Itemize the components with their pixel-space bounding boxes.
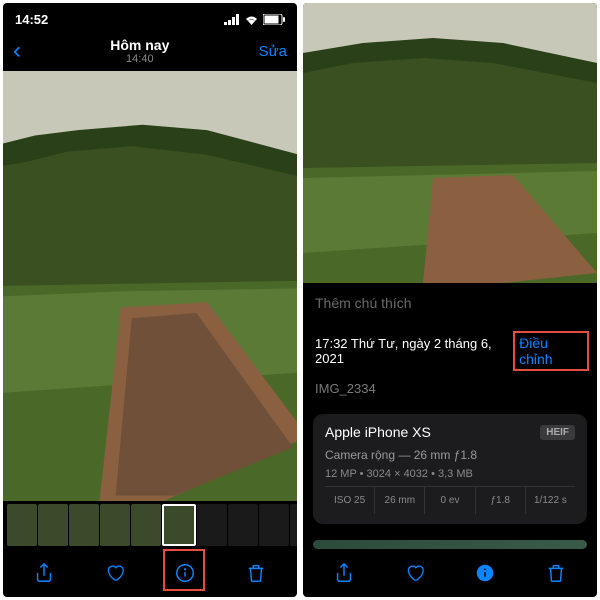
location-map[interactable] xyxy=(313,540,587,549)
battery-icon xyxy=(263,14,285,25)
bottom-toolbar xyxy=(303,549,597,597)
thumbnail[interactable] xyxy=(259,504,289,546)
camera-info: Camera rộng — 26 mm ƒ1.8 xyxy=(325,448,575,462)
wifi-icon xyxy=(244,14,259,25)
photo-preview[interactable] xyxy=(303,3,597,283)
info-button[interactable] xyxy=(170,558,200,588)
favorite-button[interactable] xyxy=(100,558,130,588)
device-name: Apple iPhone XS xyxy=(325,424,431,440)
nav-subtitle: 14:40 xyxy=(110,53,169,65)
nav-title: Hôm nay xyxy=(110,37,169,53)
caption-field[interactable]: Thêm chú thích xyxy=(303,283,597,323)
photo-view[interactable] xyxy=(3,71,297,501)
metadata-card: Apple iPhone XS HEIF Camera rộng — 26 mm… xyxy=(313,414,587,524)
thumbnail-selected[interactable] xyxy=(162,504,196,546)
bottom-toolbar xyxy=(3,549,297,597)
status-indicators xyxy=(224,14,285,25)
adjust-button[interactable]: Điều chỉnh xyxy=(513,331,589,371)
back-button[interactable]: ‹ xyxy=(13,37,21,65)
status-time: 14:52 xyxy=(15,12,48,27)
file-specs: 12 MP • 3024 × 4032 • 3,3 MB xyxy=(325,468,575,480)
photo-datetime: 17:32 Thứ Tư, ngày 2 tháng 6, 2021 xyxy=(315,336,517,366)
thumbnail[interactable] xyxy=(7,504,37,546)
filename-label: IMG_2334 xyxy=(303,379,597,406)
delete-button[interactable] xyxy=(241,558,271,588)
thumbnail[interactable] xyxy=(228,504,258,546)
thumbnail[interactable] xyxy=(69,504,99,546)
info-button[interactable] xyxy=(470,558,500,588)
share-button[interactable] xyxy=(29,558,59,588)
thumbnail[interactable] xyxy=(131,504,161,546)
thumbnail[interactable] xyxy=(197,504,227,546)
thumbnail[interactable] xyxy=(100,504,130,546)
ev-cell: 0 ev xyxy=(425,487,475,514)
delete-button[interactable] xyxy=(541,558,571,588)
edit-button[interactable]: Sửa xyxy=(259,43,287,60)
iso-cell: ISO 25 xyxy=(325,487,375,514)
format-badge: HEIF xyxy=(540,425,575,440)
favorite-button[interactable] xyxy=(400,558,430,588)
thumbnail[interactable] xyxy=(38,504,68,546)
nav-bar: ‹ Hôm nay 14:40 Sửa xyxy=(3,31,297,71)
focal-cell: 26 mm xyxy=(375,487,425,514)
shutter-cell: 1/122 s xyxy=(526,487,575,514)
share-button[interactable] xyxy=(329,558,359,588)
thumbnail-strip[interactable] xyxy=(3,501,297,549)
status-bar: 14:52 xyxy=(3,3,297,31)
signal-icon xyxy=(224,14,240,25)
aperture-cell: ƒ1.8 xyxy=(476,487,526,514)
thumbnail[interactable] xyxy=(290,504,297,546)
